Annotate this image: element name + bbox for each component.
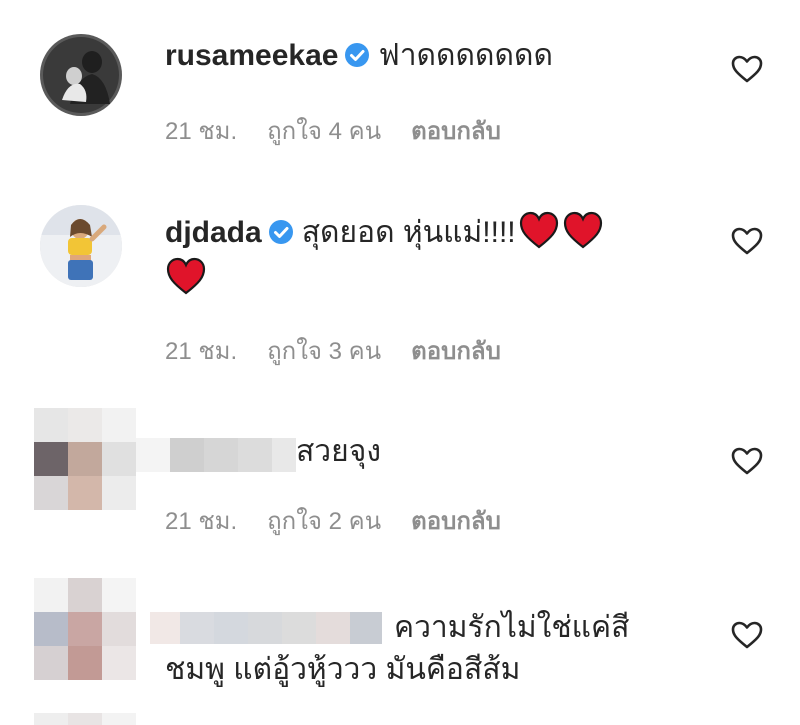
comment-username[interactable]: djdada <box>165 216 262 249</box>
blurred-username <box>150 612 382 644</box>
comment-item: rusameekae ฟาดดดดดดด 21 ชม. ถูกใจ 4 คน ตอบก… <box>0 0 800 190</box>
comment-meta: 21 ชม. ถูกใจ 4 คน ตอบกลับ <box>165 118 531 146</box>
avatar[interactable] <box>40 34 122 116</box>
comment-text: rusameekae ฟาดดดดดดด <box>165 38 553 74</box>
comment-likes-count[interactable]: ถูกใจ 4 คน <box>267 118 381 145</box>
verified-badge-icon <box>344 42 370 68</box>
comment-meta: 21 ชม. ถูกใจ 3 คน ตอบกลับ <box>165 338 531 366</box>
red-heart-emoji <box>165 256 207 296</box>
reply-button[interactable]: ตอบกลับ <box>411 118 501 145</box>
comment-meta: 21 ชม. ถูกใจ 2 คน ตอบกลับ <box>165 508 531 536</box>
heart-outline-icon[interactable] <box>730 226 764 256</box>
comment-time[interactable]: 21 ชม. <box>165 338 237 365</box>
red-heart-emoji <box>518 210 560 250</box>
blurred-username <box>136 438 296 472</box>
blurred-avatar <box>34 578 136 680</box>
comment-body: สุดยอด หุ่นแม่!!!! <box>301 216 516 249</box>
comment-username[interactable]: rusameekae <box>165 39 338 72</box>
comment-text: สวยจุง <box>296 434 381 470</box>
red-heart-emoji <box>562 210 604 250</box>
comment-text-continued: ชมพู แต่อู้วหู้ววว มันคือสีส้ม <box>165 652 520 688</box>
comment-time[interactable]: 21 ชม. <box>165 508 237 535</box>
comments-list: rusameekae ฟาดดดดดดด 21 ชม. ถูกใจ 4 คน ตอบก… <box>0 0 800 725</box>
comment-text: djdada สุดยอด หุ่นแม่!!!! <box>165 210 685 302</box>
reply-button[interactable]: ตอบกลับ <box>411 338 501 365</box>
heart-outline-icon[interactable] <box>730 54 764 84</box>
comment-body-line2: ชมพู แต่อู้วหู้ววว มันคือสีส้ม <box>165 653 521 686</box>
heart-outline-icon[interactable] <box>730 620 764 650</box>
comment-text: ความรักไม่ใช่แค่สี <box>394 610 629 646</box>
comment-body-line1: ความรักไม่ใช่แค่สี <box>394 611 630 644</box>
reply-button[interactable]: ตอบกลับ <box>411 508 501 535</box>
blurred-avatar <box>34 408 136 510</box>
comment-item: สวยจุง 21 ชม. ถูกใจ 2 คน ตอบกลับ <box>0 400 800 570</box>
heart-outline-icon[interactable] <box>730 446 764 476</box>
comment-body: สวยจุง <box>296 435 381 468</box>
comment-body: ฟาดดดดดดด <box>378 39 553 72</box>
comment-item: djdada สุดยอด หุ่นแม่!!!! 21 ชม. ถูกใจ 3 ค… <box>0 190 800 400</box>
comment-item: ความรักไม่ใช่แค่สี ชมพู แต่อู้วหู้ววว มั… <box>0 570 800 725</box>
comment-time[interactable]: 21 ชม. <box>165 118 237 145</box>
comment-likes-count[interactable]: ถูกใจ 3 คน <box>267 338 381 365</box>
verified-badge-icon <box>268 219 294 245</box>
avatar[interactable] <box>40 205 122 287</box>
comment-likes-count[interactable]: ถูกใจ 2 คน <box>267 508 381 535</box>
next-comment-avatar-partial <box>34 713 136 725</box>
